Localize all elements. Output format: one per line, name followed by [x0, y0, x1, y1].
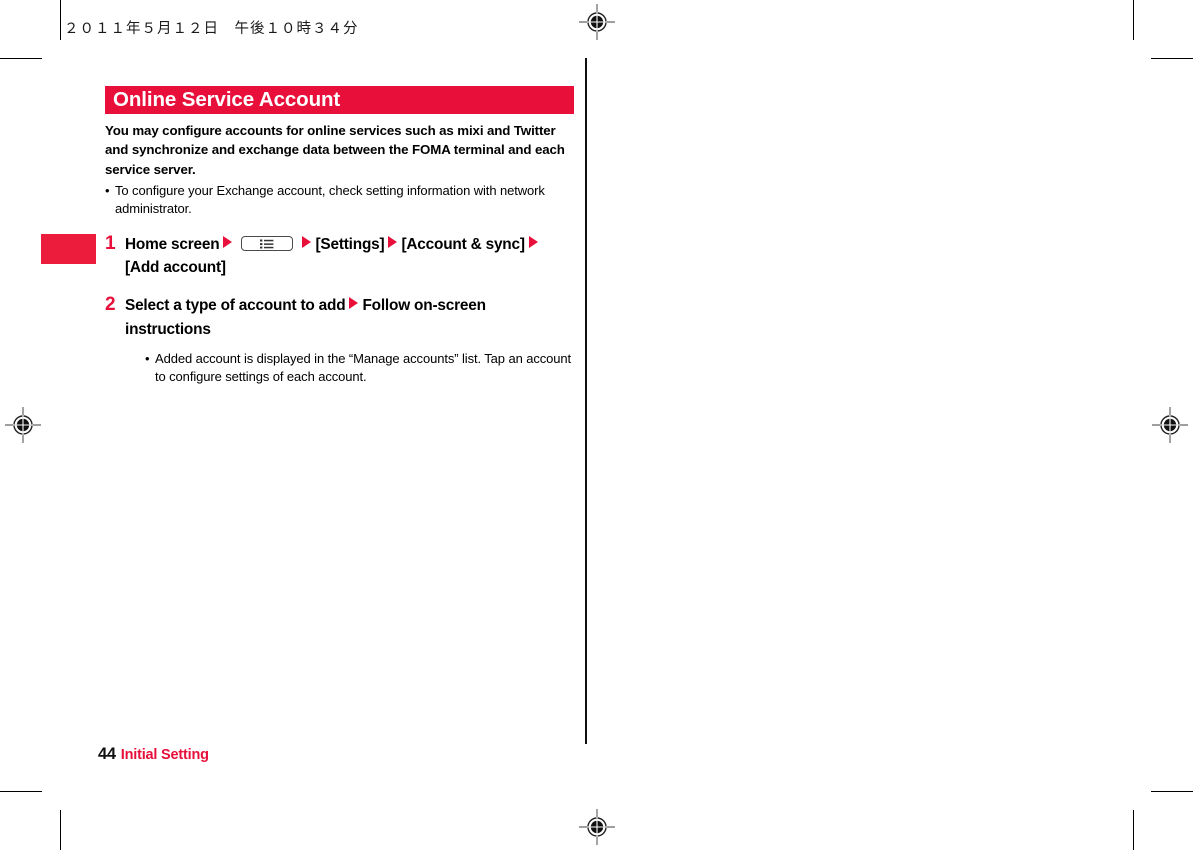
crop-mark-bottom-right-v — [1133, 810, 1134, 850]
arrow-right-icon — [388, 236, 398, 249]
registration-mark-left — [5, 407, 41, 443]
step1-segment-add-account: [Add account] — [125, 259, 226, 277]
arrow-right-icon — [223, 236, 233, 249]
registration-mark-right — [1152, 407, 1188, 443]
step2-segment-select-account-type: Select a type of account to add — [125, 297, 346, 315]
arrow-right-icon — [349, 297, 359, 310]
procedure-step-1: 1 Home screen [Settings] [Account & sync]… — [105, 233, 574, 279]
page-title: Online Service Account — [113, 87, 341, 111]
bullet-dot-icon: • — [145, 350, 150, 366]
running-head-timestamp: ２０１１年５月１２日 午後１０時３４分 — [64, 21, 359, 37]
chapter-thumb-tab — [41, 234, 96, 264]
page-footer: 44 Initial Setting — [98, 745, 209, 764]
crop-mark-top-right-h — [1151, 58, 1193, 59]
section-title-bar: Online Service Account — [105, 86, 574, 114]
section-note-text: To configure your Exchange account, chec… — [115, 182, 545, 216]
footer-page-number: 44 — [98, 745, 116, 763]
arrow-right-icon — [528, 236, 538, 249]
procedure-step-2: 2 Select a type of account to add Follow … — [105, 294, 574, 386]
crop-mark-top-left-h — [0, 58, 42, 59]
step-number: 2 — [105, 294, 116, 316]
section-content: Online Service Account You may configure… — [105, 86, 574, 387]
section-lead-paragraph: You may configure accounts for online se… — [105, 123, 565, 177]
footer-chapter-name: Initial Setting — [120, 747, 209, 763]
arrow-right-icon — [302, 236, 312, 249]
step2-note-item: • Added account is displayed in the “Man… — [145, 350, 574, 387]
crop-mark-bottom-left-h — [0, 791, 42, 792]
column-divider-rule — [585, 58, 587, 744]
crop-mark-bottom-left-v — [60, 810, 61, 850]
menu-key-icon[interactable] — [241, 236, 294, 252]
crop-mark-top-right-v — [1133, 0, 1134, 40]
step1-segment-home-screen: Home screen — [125, 236, 220, 254]
registration-mark-top — [579, 4, 615, 40]
step-number: 1 — [105, 233, 116, 255]
registration-mark-bottom — [579, 809, 615, 845]
crop-mark-top-left-v — [60, 0, 61, 40]
crop-mark-bottom-right-h — [1151, 791, 1193, 792]
section-note-item: • To configure your Exchange account, ch… — [105, 182, 574, 218]
bullet-dot-icon: • — [105, 182, 110, 198]
step1-segment-settings: [Settings] — [315, 236, 385, 254]
step1-segment-account-sync: [Account & sync] — [401, 236, 525, 254]
step-instruction: Home screen [Settings] [Account & sync] [A… — [125, 233, 574, 279]
step2-note-text: Added account is displayed in the “Manag… — [155, 350, 572, 385]
step-instruction: Select a type of account to add Follow on… — [125, 294, 574, 386]
